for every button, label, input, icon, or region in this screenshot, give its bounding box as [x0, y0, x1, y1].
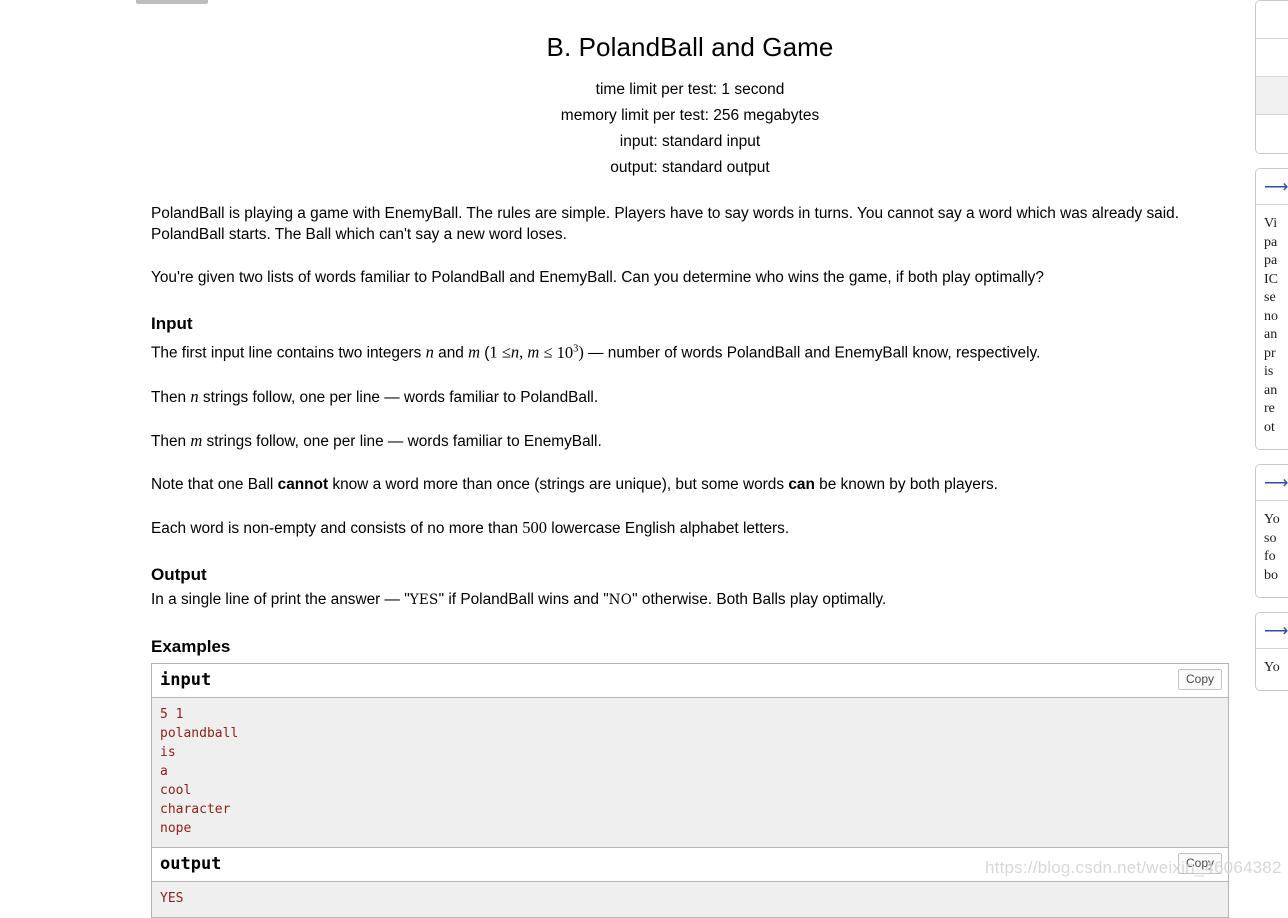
literal-yes: YES — [409, 591, 439, 608]
sidebar-announcement-text-1: Vi pa pa IC se no an pr is an re ot — [1264, 216, 1278, 435]
sidebar-row[interactable] — [1256, 39, 1288, 77]
txt: " if PolandBall wins and " — [438, 590, 609, 608]
sidebar-announcement-text-3: Yo — [1264, 660, 1280, 675]
math-var-m: m — [468, 342, 481, 362]
sidebar-row[interactable] — [1256, 1, 1288, 39]
input-source: input: standard input — [619, 133, 761, 150]
math-base: 10 — [556, 342, 574, 362]
page-title: B. PolandBall and Game — [546, 32, 834, 62]
math-var-n2: n — [190, 386, 199, 406]
intro-paragraph-2: You're given two lists of words familiar… — [151, 269, 1044, 286]
note-bold-cannot: cannot — [277, 475, 329, 493]
sample-input-block: input Copy 5 1 polandball is a cool char… — [152, 663, 1228, 848]
txt: and — [433, 344, 469, 362]
sidebar-arrow-row[interactable]: ⟶ — [1256, 613, 1288, 649]
txt: In a single line of print the answer — " — [151, 590, 410, 608]
input-constraints-line: The first input line contains two intege… — [151, 338, 1229, 364]
math-le-2: ≤ — [539, 342, 557, 362]
sample-input-content[interactable]: 5 1 polandball is a cool character nope — [152, 697, 1228, 847]
txt: Then — [151, 432, 191, 450]
math-le-1: ≤ — [501, 342, 511, 362]
txt: lowercase English alphabet letters. — [547, 519, 790, 537]
txt: " otherwise. Both Balls play optimally. — [632, 590, 887, 608]
txt: know a word more than once (strings are … — [328, 475, 789, 493]
txt: Note that one Ball — [151, 475, 278, 493]
txt: The first input line contains two intege… — [151, 344, 426, 362]
sample-output-label: output — [160, 853, 222, 874]
input-section-heading: Input — [151, 314, 193, 333]
txt: strings follow, one per line — words fam… — [198, 388, 599, 406]
sample-tests: input Copy 5 1 polandball is a cool char… — [151, 662, 1229, 918]
math-500: 500 — [522, 517, 548, 537]
copy-input-button[interactable]: Copy — [1177, 668, 1222, 690]
sidebar-arrow-row[interactable]: ⟶ — [1256, 465, 1288, 501]
math-one: 1 — [489, 342, 502, 362]
time-limit: time limit per test: 1 second — [595, 81, 785, 98]
copy-output-button[interactable]: Copy — [1177, 852, 1222, 874]
output-source: output: standard output — [610, 159, 770, 176]
sidebar-announcement-box-3: ⟶ Yo — [1255, 612, 1288, 691]
output-description-line: In a single line of print the answer — "… — [151, 589, 1229, 611]
memory-limit: memory limit per test: 256 megabytes — [560, 107, 820, 124]
math-var-m2: m — [190, 430, 203, 450]
math-ten: 103 — [557, 343, 579, 362]
txt: ( — [480, 344, 490, 362]
sidebar-list-box — [1255, 0, 1288, 154]
txt: Each word is non-empty and consists of n… — [151, 519, 523, 537]
sample-output-block: output Copy YES — [152, 847, 1228, 918]
input-n-strings-line: Then n strings follow, one per line — wo… — [151, 386, 1229, 408]
examples-heading: Examples — [151, 636, 231, 656]
input-word-length-line: Each word is non-empty and consists of n… — [151, 517, 1229, 539]
math-m: m — [527, 342, 540, 362]
right-sidebar: ⟶ Vi pa pa IC se no an pr is an re ot ⟶ … — [1255, 0, 1288, 705]
sidebar-announcement-box-2: ⟶ Yo so fo bo — [1255, 464, 1288, 598]
problem-statement: B. PolandBall and Game time limit per te… — [151, 0, 1229, 918]
input-m-strings-line: Then m strings follow, one per line — wo… — [151, 430, 1229, 452]
arrow-right-icon: ⟶ — [1264, 473, 1288, 492]
txt: strings follow, one per line — words fam… — [202, 432, 602, 450]
note-bold-can: can — [788, 475, 815, 493]
problem-limits: time limit per test: 1 second memory lim… — [151, 77, 1229, 181]
sidebar-row-active[interactable] — [1256, 77, 1288, 115]
arrow-right-icon: ⟶ — [1264, 177, 1288, 196]
sample-output-header: output Copy — [152, 847, 1228, 882]
sample-input-label: input — [160, 669, 212, 690]
math-var-n: n — [425, 342, 434, 362]
output-section-heading: Output — [151, 564, 207, 584]
sidebar-announcement-text-2: Yo so fo bo — [1264, 512, 1280, 583]
intro-paragraph-1: PolandBall is playing a game with EnemyB… — [151, 205, 1179, 243]
txt: Then — [151, 388, 191, 406]
sample-input-header: input Copy — [152, 663, 1228, 698]
sidebar-arrow-row[interactable]: ⟶ — [1256, 169, 1288, 205]
txt: — number of words PolandBall and EnemyBa… — [583, 344, 1041, 362]
literal-no: NO — [608, 591, 633, 608]
sidebar-announcement-box-1: ⟶ Vi pa pa IC se no an pr is an re ot — [1255, 168, 1288, 450]
input-note-line: Note that one Ball cannot know a word mo… — [151, 474, 1229, 495]
txt: be known by both players. — [814, 475, 998, 493]
sidebar-row[interactable] — [1256, 115, 1288, 153]
arrow-right-icon: ⟶ — [1264, 621, 1288, 640]
sample-output-content[interactable]: YES — [152, 881, 1228, 917]
math-n: n — [510, 342, 520, 362]
